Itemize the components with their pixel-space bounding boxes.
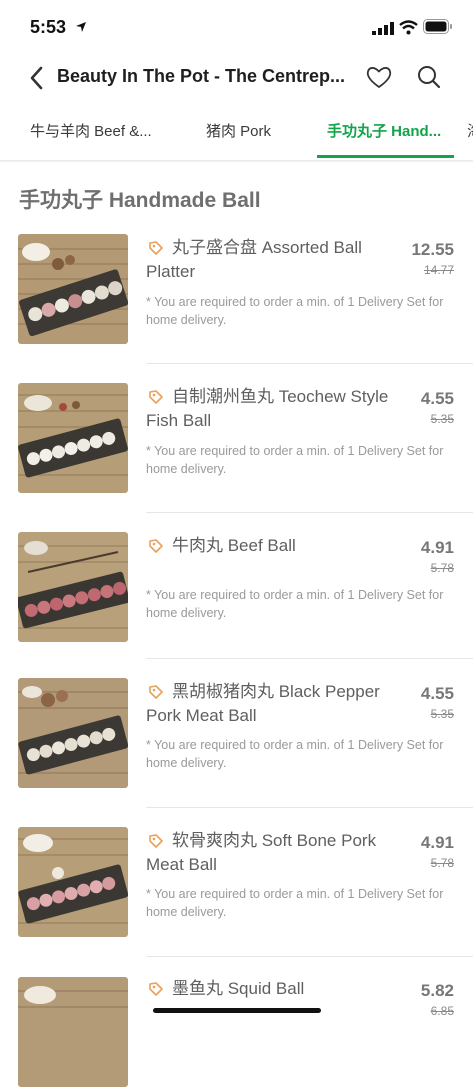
item-price: 12.55 [411,240,454,259]
item-original-price: 6.85 [430,1004,454,1018]
store-header: Beauty In The Pot - The Centrep... [0,56,473,100]
item-divider [146,807,473,808]
item-price: 4.91 [420,538,454,557]
item-original-price: 14.77 [423,263,454,277]
item-name: 自制潮州鱼丸 Teochew Style Fish Ball [146,387,389,430]
active-tab-indicator [317,155,454,158]
item-divider [146,658,473,659]
food-image [18,383,128,493]
food-image [18,977,128,1087]
delivery-note: * You are required to order a min. of 1 … [146,444,444,476]
battery-icon [423,19,452,34]
item-name: 丸子盛合盘 Assorted Ball Platter [146,238,362,281]
item-original-price: 5.35 [430,412,454,426]
item-price: 4.55 [420,389,454,408]
category-tabs: 牛与羊肉 Beef &... 猪肉 Pork 手功丸子 Hand... 海 [0,108,473,160]
favorite-heart-icon[interactable] [365,63,393,91]
item-divider [146,956,473,957]
status-bar: 5:53 [0,0,473,56]
item-divider [146,363,473,364]
item-name: 墨鱼丸 Squid Ball [172,979,305,998]
tab-handmade-ball[interactable]: 手功丸子 Hand... [327,120,441,141]
food-image [18,827,128,937]
status-time: 5:53 [30,17,67,37]
delivery-note: * You are required to order a min. of 1 … [146,295,444,327]
tab-beef-lamb[interactable]: 牛与羊肉 Beef &... [30,120,152,141]
food-image [18,234,128,344]
tabs-divider [0,160,473,163]
search-icon[interactable] [415,63,443,91]
back-arrow-icon[interactable] [26,64,48,92]
item-name: 牛肉丸 Beef Ball [172,536,296,555]
wifi-icon [399,20,418,35]
item-divider [146,512,473,513]
tab-seafood[interactable]: 海 [467,120,473,141]
item-name: 软骨爽肉丸 Soft Bone Pork Meat Ball [146,831,377,874]
section-title: 手功丸子 Handmade Ball [19,189,261,212]
item-price: 4.55 [420,684,454,703]
food-image [18,532,128,642]
home-indicator[interactable] [153,1008,321,1013]
delivery-note: * You are required to order a min. of 1 … [146,738,444,770]
item-name: 黑胡椒猪肉丸 Black Pepper Pork Meat Ball [146,682,380,725]
item-price: 4.91 [420,833,454,852]
tab-pork[interactable]: 猪肉 Pork [206,120,271,141]
delivery-note: * You are required to order a min. of 1 … [146,588,444,620]
item-price: 5.82 [420,981,454,1000]
food-image [18,678,128,788]
location-arrow-icon [76,22,86,32]
cellular-signal-icon [372,22,394,35]
item-original-price: 5.78 [430,856,454,870]
item-original-price: 5.78 [430,561,454,575]
store-title: Beauty In The Pot - The Centrep... [57,66,346,86]
item-original-price: 5.35 [430,707,454,721]
delivery-note: * You are required to order a min. of 1 … [146,887,444,919]
